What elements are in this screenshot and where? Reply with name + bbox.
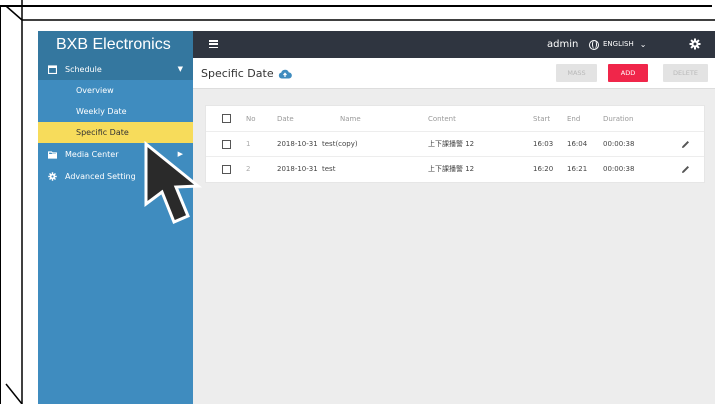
hamburger-icon[interactable]: [209, 40, 218, 49]
cell-duration: 00:00:38: [603, 140, 635, 148]
cell-content: 上下課播警 12: [428, 165, 475, 173]
table-row[interactable]: 1 2018-10-31 test(copy) 上下課播警 12 16:03 1…: [206, 132, 704, 157]
cloud-upload-icon[interactable]: [278, 69, 292, 79]
column-header-end[interactable]: End: [567, 106, 580, 132]
sidebar-group-schedule[interactable]: Schedule ▼: [38, 58, 193, 80]
language-label: ENGLISH: [603, 40, 634, 48]
chevron-down-icon: ▼: [177, 65, 183, 73]
page-title: Specific Date: [201, 58, 292, 89]
user-name[interactable]: admin: [547, 31, 578, 58]
calendar-icon: [48, 64, 57, 74]
table-header-row: No Date Name Content Start End Duration: [206, 106, 704, 132]
delete-button[interactable]: DELETE: [663, 64, 708, 82]
gear-icon: [48, 171, 57, 181]
cell-content: 上下課播警 12: [428, 140, 475, 148]
app-window: BXB Electronics Schedule ▼ Overview Week…: [38, 31, 715, 404]
sidebar-item-weekly-date[interactable]: Weekly Date: [38, 101, 193, 122]
gear-icon[interactable]: [689, 38, 701, 50]
folder-icon: [48, 150, 57, 159]
mass-button[interactable]: MASS: [556, 64, 597, 82]
cell-no: 1: [246, 140, 251, 148]
schedule-table: No Date Name Content Start End Duration …: [205, 105, 705, 183]
cell-name: test(copy): [322, 140, 358, 148]
table-row[interactable]: 2 2018-10-31 test 上下課播警 12 16:20 16:21 0…: [206, 157, 704, 182]
cell-start: 16:03: [533, 140, 554, 148]
cell-date: 2018-10-31: [277, 140, 318, 148]
pencil-icon[interactable]: [681, 140, 690, 149]
add-button[interactable]: ADD: [608, 64, 648, 82]
cell-start: 16:20: [533, 165, 554, 173]
page-title-text: Specific Date: [201, 67, 274, 80]
top-bar: admin ENGLISH ⌄: [193, 31, 715, 58]
cell-name: test: [322, 165, 336, 173]
globe-icon: [589, 39, 599, 50]
pencil-icon[interactable]: [681, 165, 690, 174]
column-header-start[interactable]: Start: [533, 106, 550, 132]
page-header: Specific Date MASS ADD DELETE: [193, 58, 715, 89]
cell-date: 2018-10-31: [277, 165, 318, 173]
cell-end: 16:21: [567, 165, 588, 173]
brand-logo[interactable]: BXB Electronics: [38, 31, 193, 58]
cell-duration: 00:00:38: [603, 165, 635, 173]
sidebar-group-label: Schedule: [65, 64, 102, 74]
column-header-date[interactable]: Date: [277, 106, 294, 132]
cell-no: 2: [246, 165, 251, 173]
select-all-checkbox[interactable]: [222, 114, 231, 123]
column-header-duration[interactable]: Duration: [603, 106, 633, 132]
chevron-down-icon: ⌄: [639, 40, 647, 49]
column-header-content[interactable]: Content: [428, 106, 456, 132]
cursor-arrow-icon: [144, 140, 203, 224]
sidebar-item-overview[interactable]: Overview: [38, 80, 193, 101]
column-header-no[interactable]: No: [246, 106, 256, 132]
language-selector[interactable]: ENGLISH ⌄: [589, 31, 646, 58]
column-header-name[interactable]: Name: [340, 106, 361, 132]
cell-end: 16:04: [567, 140, 588, 148]
